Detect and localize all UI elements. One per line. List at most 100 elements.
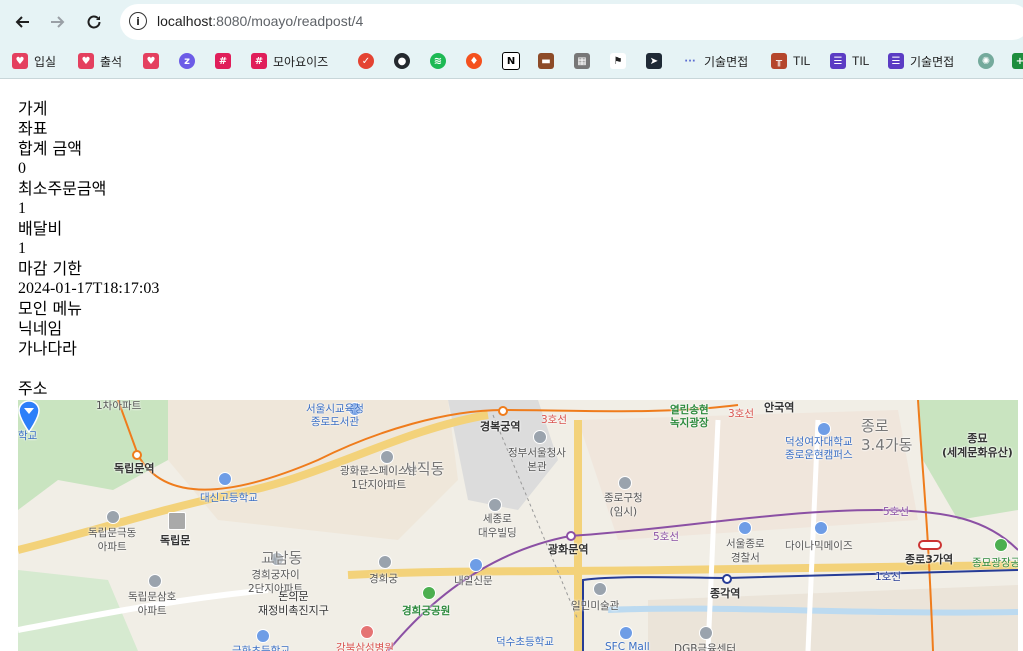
bookmark-8[interactable]: ● — [394, 50, 410, 72]
heart-badge-icon: ♥ — [12, 53, 28, 69]
bookmark-3[interactable]: ♥ — [143, 50, 159, 72]
bookmark-13[interactable]: ▦ — [574, 50, 590, 72]
menu-label: 모인 메뉴 — [18, 299, 82, 318]
heart-badge-icon: ♥ — [143, 53, 159, 69]
park-poi-icon[interactable] — [994, 538, 1008, 552]
url-text[interactable]: localhost:8080/moayo/readpost/4 — [157, 13, 363, 29]
park-poi-icon[interactable] — [422, 586, 436, 600]
station-marker[interactable] — [918, 540, 942, 550]
bookmark-14[interactable]: ⚑ — [610, 50, 626, 72]
grid-icon: ▦ — [574, 53, 590, 69]
bookmark-7[interactable]: ✓ — [358, 50, 374, 72]
apartment-poi-icon[interactable] — [106, 510, 120, 524]
map-label: 1호선 — [875, 571, 902, 583]
government-poi-icon[interactable] — [618, 476, 632, 490]
notion-icon: N — [502, 52, 520, 70]
bookmark-15[interactable]: ➤ — [646, 50, 662, 72]
poi-icon[interactable] — [814, 521, 828, 535]
nickname-value: 가나다라 — [18, 339, 77, 358]
building-poi-icon[interactable] — [699, 626, 713, 640]
map-label: 교남동 — [261, 549, 303, 567]
museum-poi-icon[interactable] — [593, 582, 607, 596]
map-label: SFC Mall — [605, 641, 650, 651]
bookmarks-bar: ♥ 입실 ♥ 출석 ♥ z # # 모아요이즈 ✓ ● ≋ ♦ N ▬ ▦ ⚑ ➤ ·… — [0, 44, 1023, 79]
apartment-poi-icon[interactable] — [380, 450, 394, 464]
todoist-icon: ✓ — [358, 53, 374, 69]
site-info-icon[interactable]: i — [129, 12, 147, 30]
map-label: 종로 3.4가동 — [861, 417, 913, 454]
landmark-poi-icon[interactable] — [378, 555, 392, 569]
map-view[interactable]: 1차아파트 학교 서울시교육청 종로도서관 경복궁역 3호선 3호선 열린송현 … — [18, 400, 1018, 651]
back-button[interactable] — [8, 8, 36, 36]
map-label: 세종로 대우빌딩 — [478, 513, 517, 539]
station-marker[interactable] — [498, 406, 508, 416]
bookmark-4[interactable]: z — [179, 50, 195, 72]
forward-button[interactable] — [44, 8, 72, 36]
bookmark-20[interactable]: ✺ — [978, 50, 994, 72]
map-label: 종로구청 (임시) — [604, 492, 643, 518]
list-icon: ☰ — [888, 53, 904, 69]
map-label: 사직동 — [403, 460, 445, 478]
bookmark-1[interactable]: ♥ 입실 — [12, 50, 56, 72]
bookmark-5[interactable]: # — [215, 50, 231, 72]
apartment-poi-icon[interactable] — [148, 574, 162, 588]
bookmark-9[interactable]: ≋ — [430, 50, 446, 72]
station-marker[interactable] — [566, 531, 576, 541]
bridge-icon: ╥ — [771, 53, 787, 69]
map-label: 금화초등학교 — [232, 645, 290, 651]
list-icon: ☰ — [830, 53, 846, 69]
address-bar[interactable]: i localhost:8080/moayo/readpost/4 — [120, 4, 1023, 40]
slack-icon: # — [251, 53, 267, 69]
police-poi-icon[interactable] — [738, 521, 752, 535]
post-details: 가게 좌표 합계 금액 0 최소주문금액 1 배달비 1 마감 기한 2024-… — [18, 99, 1018, 399]
school-poi-icon[interactable] — [218, 472, 232, 486]
map-label: 대신고등학교 — [200, 492, 258, 504]
bookmark-19[interactable]: ☰ 기술면접 — [888, 50, 954, 72]
reload-button[interactable] — [80, 8, 108, 36]
browser-toolbar: i localhost:8080/moayo/readpost/4 — [0, 0, 1023, 44]
bookmark-10[interactable]: ♦ — [466, 50, 482, 72]
dots-icon: ··· — [684, 55, 696, 67]
map-label: 경희궁공원 — [402, 605, 451, 617]
bookmark-12[interactable]: ▬ — [538, 50, 554, 72]
store-label: 가게 — [18, 99, 48, 118]
station-marker[interactable] — [722, 574, 732, 584]
bookmark-6[interactable]: # 모아요이즈 — [251, 50, 328, 72]
bookmark-17[interactable]: ╥ TIL — [771, 50, 810, 72]
flame-icon: ♦ — [466, 53, 482, 69]
bookmark-2[interactable]: ♥ 출석 — [78, 50, 122, 72]
zap-icon: z — [179, 53, 195, 69]
building-poi-icon[interactable] — [469, 558, 483, 572]
bookmark-11[interactable]: N — [502, 50, 520, 72]
back-arrow-icon — [15, 16, 29, 28]
dongnimmun-gate-icon[interactable] — [168, 512, 186, 530]
location-pin-icon[interactable] — [18, 400, 40, 433]
arrow-app-icon: ➤ — [646, 53, 662, 69]
bookmark-21[interactable]: + — [1012, 50, 1023, 72]
bookmark-18[interactable]: ☰ TIL — [830, 50, 869, 72]
map-label: 광화문역 — [548, 543, 589, 556]
slack-icon: # — [215, 53, 231, 69]
map-label: 경희궁 — [369, 573, 398, 585]
map-label: 종묘광장공원 — [972, 557, 1018, 569]
school-poi-icon[interactable] — [256, 629, 270, 643]
map-label: 독립문역 — [114, 462, 155, 475]
hospital-poi-icon[interactable] — [360, 625, 374, 639]
map-label: 서울시교육청 종로도서관 — [306, 403, 364, 428]
map-label: 종로3가역 — [905, 553, 954, 566]
map-label: 5호선 — [883, 506, 910, 518]
bookmark-16[interactable]: ··· 기술면접 — [682, 50, 748, 72]
checkered-flag-icon: ⚑ — [610, 53, 626, 69]
forward-arrow-icon — [51, 16, 65, 28]
station-marker[interactable] — [132, 450, 142, 460]
coord-label: 좌표 — [18, 119, 48, 138]
total-value: 0 — [18, 160, 26, 177]
school-poi-icon[interactable] — [817, 422, 831, 436]
plus-sheet-icon: + — [1012, 53, 1023, 69]
map-label: 종각역 — [710, 587, 741, 600]
map-label: 3호선 — [728, 408, 755, 420]
shopping-poi-icon[interactable] — [619, 626, 633, 640]
government-poi-icon[interactable] — [533, 430, 547, 444]
building-poi-icon[interactable] — [488, 498, 502, 512]
address-label: 주소 — [18, 379, 48, 398]
